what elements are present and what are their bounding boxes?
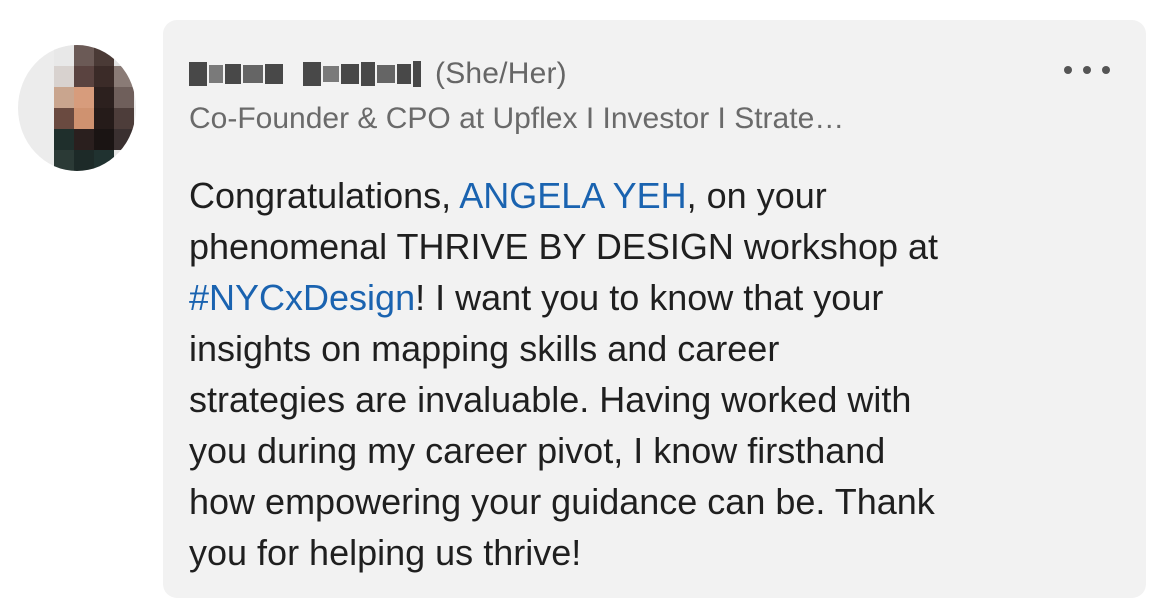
comment-bubble: (She/Her) Co-Founder & CPO at Upflex I I… (163, 20, 1146, 598)
comment-line: phenomenal THRIVE BY DESIGN workshop at (189, 226, 939, 267)
comment-line: insights on mapping skills and career (189, 328, 780, 369)
comment-line: strategies are invaluable. Having worked… (189, 379, 912, 420)
comment: (She/Her) Co-Founder & CPO at Upflex I I… (0, 0, 1169, 616)
comment-header: (She/Her) (189, 56, 567, 92)
comment-body: Congratulations, ANGELA YEH, on your phe… (189, 170, 1129, 578)
comment-line: Congratulations, ANGELA YEH, on your (189, 175, 827, 216)
author-name-pixelated[interactable] (189, 61, 421, 87)
more-options-icon[interactable] (1064, 58, 1110, 82)
mention-link[interactable]: ANGELA YEH (459, 175, 686, 216)
hashtag-link[interactable]: #NYCxDesign (189, 277, 415, 318)
comment-line: you during my career pivot, I know first… (189, 430, 886, 471)
author-pronouns: (She/Her) (435, 57, 567, 90)
avatar-image-pixelated (54, 45, 134, 171)
comment-line: you for helping us thrive! (189, 532, 582, 573)
author-headline: Co-Founder & CPO at Upflex I Investor I … (189, 102, 845, 135)
comment-line: #NYCxDesign! I want you to know that you… (189, 277, 884, 318)
comment-line: how empowering your guidance can be. Tha… (189, 481, 935, 522)
avatar[interactable] (18, 45, 136, 171)
